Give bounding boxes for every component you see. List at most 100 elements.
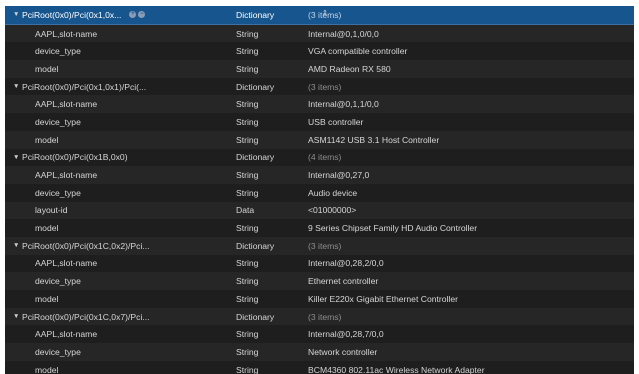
value-cell[interactable]: Killer E220x Gigabit Ethernet Controller — [300, 294, 458, 304]
key-cell[interactable]: device_type — [5, 188, 230, 198]
type-cell[interactable]: Data — [230, 205, 300, 215]
type-cell[interactable]: String — [230, 64, 300, 74]
property-row[interactable]: AAPL,slot-name String Internal@0,28,7/0,0 — [5, 325, 634, 343]
disclosure-triangle-icon[interactable]: ▼ — [13, 83, 21, 90]
dictionary-row[interactable]: ▼ PciRoot(0x0)/Pci(0x1C,0x2)/Pci... Dictio… — [5, 236, 634, 255]
key-label: PciRoot(0x0)/Pci(0x1,0x1)/Pci(... — [22, 81, 147, 92]
type-cell[interactable]: String — [230, 258, 300, 268]
plist-rows: ▼ PciRoot(0x0)/Pci(0x1,0x... + − Dictionary ⇕… — [5, 6, 634, 374]
property-row[interactable]: model String ASM1142 USB 3.1 Host Controll… — [5, 130, 634, 149]
dictionary-row[interactable]: ▼ PciRoot(0x0)/Pci(0x1C,0x7)/Pci... Dictio… — [5, 307, 634, 326]
value-cell[interactable]: 9 Series Chipset Family HD Audio Control… — [300, 223, 477, 233]
property-row[interactable]: AAPL,slot-name String Internal@0,28,2/0,0 — [5, 255, 634, 273]
type-label: String — [236, 63, 259, 74]
type-cell[interactable]: Dictionary ⇕ — [230, 10, 328, 20]
property-row[interactable]: device_type String Audio device — [5, 184, 634, 202]
dictionary-row[interactable]: ▼ PciRoot(0x0)/Pci(0x1B,0x0) Dictionary (4 … — [5, 149, 634, 167]
key-cell[interactable]: ▼ PciRoot(0x0)/Pci(0x1,0x... + − — [5, 10, 230, 20]
property-row[interactable]: model String Killer E220x Gigabit Ethernet… — [5, 290, 634, 308]
type-cell[interactable]: String — [230, 188, 300, 198]
key-cell[interactable]: ▼ PciRoot(0x0)/Pci(0x1,0x1)/Pci(... — [5, 82, 230, 92]
key-cell[interactable]: AAPL,slot-name — [5, 170, 230, 180]
type-cell[interactable]: String — [230, 117, 300, 127]
key-cell[interactable]: device_type — [5, 117, 230, 127]
key-cell[interactable]: ▼ PciRoot(0x0)/Pci(0x1B,0x0) — [5, 152, 230, 162]
property-row[interactable]: AAPL,slot-name String Internal@0,27,0 — [5, 166, 634, 184]
property-row[interactable]: AAPL,slot-name String Internal@0,1,1/0,0 — [5, 95, 634, 114]
property-row[interactable]: layout-id Data <01000000> — [5, 201, 634, 220]
value-cell[interactable]: Internal@0,28,7/0,0 — [300, 329, 384, 339]
disclosure-triangle-icon[interactable]: ▼ — [13, 313, 21, 320]
disclosure-triangle-icon[interactable]: ▼ — [13, 11, 21, 18]
value-cell[interactable]: <01000000> — [300, 205, 356, 215]
key-cell[interactable]: AAPL,slot-name — [5, 99, 230, 109]
key-cell[interactable]: layout-id — [5, 205, 230, 215]
key-label: model — [35, 134, 59, 145]
value-cell[interactable]: ASM1142 USB 3.1 Host Controller — [300, 135, 439, 145]
value-cell[interactable]: Internal@0,28,2/0,0 — [300, 258, 384, 268]
type-cell[interactable]: String — [230, 294, 300, 304]
remove-item-icon[interactable]: − — [138, 11, 146, 19]
type-cell[interactable]: String — [230, 135, 300, 145]
key-cell[interactable]: model — [5, 365, 230, 374]
type-label: String — [236, 99, 259, 110]
dictionary-row[interactable]: ▼ PciRoot(0x0)/Pci(0x1,0x... + − Dictionary ⇕… — [5, 6, 634, 25]
property-row[interactable]: model String AMD Radeon RX 580 — [5, 60, 634, 78]
key-label: PciRoot(0x0)/Pci(0x1C,0x7)/Pci... — [22, 311, 150, 322]
value-cell[interactable]: USB controller — [300, 117, 363, 127]
type-cell[interactable]: String — [230, 223, 300, 233]
key-cell[interactable]: ▼ PciRoot(0x0)/Pci(0x1C,0x7)/Pci... — [5, 312, 230, 322]
property-row[interactable]: device_type String USB controller — [5, 113, 634, 131]
type-cell[interactable]: Dictionary — [230, 152, 300, 162]
key-cell[interactable]: model — [5, 294, 230, 304]
dictionary-row[interactable]: ▼ PciRoot(0x0)/Pci(0x1,0x1)/Pci(... Dictio… — [5, 78, 634, 96]
type-popup-arrows-icon[interactable]: ⇕ — [322, 9, 328, 17]
disclosure-triangle-icon[interactable]: ▼ — [13, 242, 21, 249]
type-cell[interactable]: String — [230, 170, 300, 180]
type-label: String — [236, 329, 259, 340]
type-cell[interactable]: String — [230, 29, 300, 39]
key-cell[interactable]: AAPL,slot-name — [5, 258, 230, 268]
key-cell[interactable]: device_type — [5, 46, 230, 56]
property-row[interactable]: device_type String Ethernet controller — [5, 272, 634, 290]
key-cell[interactable]: device_type — [5, 347, 230, 357]
type-cell[interactable]: String — [230, 46, 300, 56]
value-cell[interactable]: Network controller — [300, 347, 377, 357]
key-cell[interactable]: AAPL,slot-name — [5, 29, 230, 39]
type-cell[interactable]: Dictionary — [230, 241, 300, 251]
value-cell[interactable]: VGA compatible controller — [300, 46, 407, 56]
key-cell[interactable]: model — [5, 135, 230, 145]
type-cell[interactable]: Dictionary — [230, 312, 300, 322]
value-cell[interactable]: Ethernet controller — [300, 276, 378, 286]
type-cell[interactable]: Dictionary — [230, 82, 300, 92]
value-cell[interactable]: Internal@0,1,0/0,0 — [300, 29, 379, 39]
key-cell[interactable]: model — [5, 223, 230, 233]
type-cell[interactable]: String — [230, 99, 300, 109]
add-remove-controls: + − — [129, 11, 146, 19]
type-cell[interactable]: String — [230, 347, 300, 357]
key-cell[interactable]: model — [5, 64, 230, 74]
value-cell[interactable]: BCM4360 802.11ac Wireless Network Adapte… — [300, 365, 485, 374]
property-row[interactable]: AAPL,slot-name String Internal@0,1,0/0,0 — [5, 24, 634, 43]
add-item-icon[interactable]: + — [129, 11, 137, 19]
value-cell[interactable]: Internal@0,27,0 — [300, 170, 369, 180]
value-cell[interactable]: Internal@0,1,1/0,0 — [300, 99, 379, 109]
type-cell[interactable]: String — [230, 276, 300, 286]
key-cell[interactable]: device_type — [5, 276, 230, 286]
type-cell[interactable]: String — [230, 329, 300, 339]
value-cell[interactable]: Audio device — [300, 188, 357, 198]
key-label: model — [35, 223, 59, 234]
disclosure-triangle-icon[interactable]: ▼ — [13, 154, 21, 161]
type-label: String — [236, 46, 259, 57]
property-row[interactable]: model String 9 Series Chipset Family HD Au… — [5, 219, 634, 237]
key-label: AAPL,slot-name — [35, 99, 98, 110]
value-cell[interactable]: AMD Radeon RX 580 — [300, 64, 391, 74]
item-count: (3 items) — [308, 81, 342, 92]
property-row[interactable]: device_type String Network controller — [5, 343, 634, 361]
property-row[interactable]: device_type String VGA compatible controll… — [5, 42, 634, 60]
key-cell[interactable]: AAPL,slot-name — [5, 329, 230, 339]
key-cell[interactable]: ▼ PciRoot(0x0)/Pci(0x1C,0x2)/Pci... — [5, 241, 230, 251]
key-label: device_type — [35, 276, 81, 287]
type-cell[interactable]: String — [230, 365, 300, 374]
property-row[interactable]: model String BCM4360 802.11ac Wireless Net… — [5, 361, 634, 374]
